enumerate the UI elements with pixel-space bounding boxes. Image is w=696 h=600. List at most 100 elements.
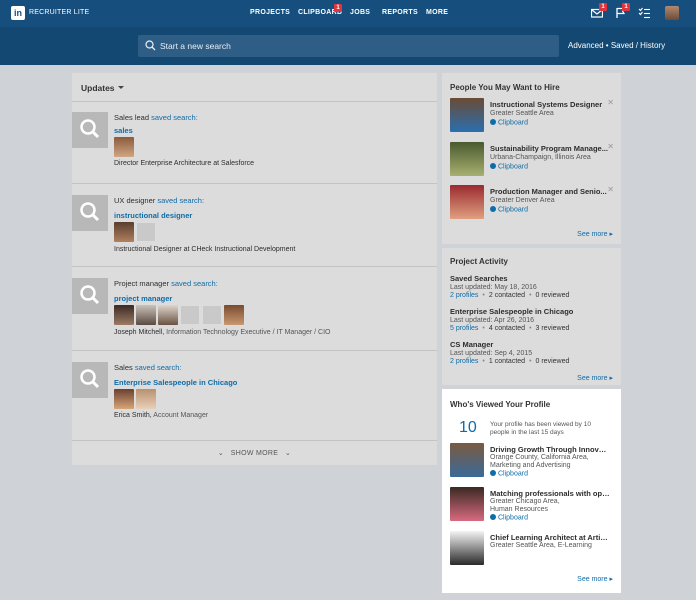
candidate-photo[interactable] [136,222,156,242]
project-name[interactable]: Enterprise Salespeople in Chicago [450,307,618,316]
show-more-button[interactable]: ⌄ SHOW MORE ⌄ [72,449,437,457]
updates-card: Updates Sales lead saved search: sales D… [72,73,437,465]
saved-search-link[interactable]: saved search: [151,113,198,122]
clipboard-badge: 1 [334,4,342,12]
linkedin-logo[interactable]: in [11,6,25,20]
viewer-location: Greater Seattle Area, E-Learning [490,542,592,549]
search-input[interactable]: Start a new search [138,35,559,57]
candidate-photo[interactable] [224,305,244,325]
candidate-photo[interactable] [114,137,134,157]
candidate-photos [114,389,156,409]
viewer[interactable]: Driving Growth Through Innovati... Orang… [450,443,618,481]
profiles-link[interactable]: 2 profiles [450,358,478,365]
viewer[interactable]: Chief Learning Architect at Artic... Gre… [450,531,618,569]
suggested-candidate[interactable]: Sustainability Program Manage... Urbana-… [450,142,618,180]
project-activity-card: Project Activity Saved Searches Last upd… [442,248,621,385]
tasks-icon[interactable] [638,7,651,21]
search-term-link[interactable]: sales [114,126,133,135]
search-term-link[interactable]: project manager [114,294,172,303]
project-updated: Last updated: May 18, 2016 [450,284,537,291]
viewer[interactable]: Matching professionals with opp... Great… [450,487,618,525]
updates-dropdown[interactable]: Updates [81,83,124,93]
saved-search-icon [72,278,108,314]
messages-badge: 1 [599,3,607,11]
candidate-photo[interactable] [202,305,222,325]
update-title: Project manager saved search: [114,279,218,288]
search-term-link[interactable]: instructional designer [114,211,192,220]
candidate-headline: Instructional Designer at CHeck Instruct… [114,246,296,253]
update-item: Project manager saved search: project ma… [72,278,437,353]
see-more-link[interactable]: See more ▸ [577,575,613,583]
nav-more[interactable]: MORE [426,9,448,16]
chevron-down-icon: ⌄ [284,450,292,457]
candidate-photo[interactable] [450,98,484,132]
suggested-candidate[interactable]: Production Manager and Senio... Greater … [450,185,618,223]
update-item: UX designer saved search: instructional … [72,195,437,270]
dismiss-icon[interactable]: ✕ [607,185,614,194]
dismiss-icon[interactable]: ✕ [607,98,614,107]
saved-search-icon [72,112,108,148]
plus-circle-icon [490,514,496,520]
viewer-headline[interactable]: Matching professionals with opp... [490,489,610,498]
saved-search-link[interactable]: saved search: [171,279,218,288]
see-more-link[interactable]: See more ▸ [577,374,613,382]
candidate-photo[interactable] [114,222,134,242]
saved-search-icon [72,195,108,231]
search-placeholder: Start a new search [160,41,231,51]
profiles-link[interactable]: 5 profiles [450,325,478,332]
clipboard-link[interactable]: Clipboard [490,163,528,171]
divider [72,440,437,441]
suggested-candidate[interactable]: Instructional Systems Designer Greater S… [450,98,618,136]
divider [72,101,437,102]
saved-search-link[interactable]: saved search: [135,363,182,372]
nav-reports[interactable]: REPORTS [382,9,418,16]
caret-right-icon: ▸ [609,231,613,238]
viewer-headline[interactable]: Driving Growth Through Innovati... [490,445,610,454]
viewer-photo[interactable] [450,531,484,565]
divider [72,183,437,184]
candidate-photo[interactable] [180,305,200,325]
see-more-link[interactable]: See more ▸ [577,230,613,238]
view-count[interactable]: 10 [459,419,477,437]
clipboard-link[interactable]: Clipboard [490,119,528,127]
project-entry: Enterprise Salespeople in Chicago Last u… [450,307,618,332]
view-summary: Your profile has been viewed by 10 peopl… [490,421,591,436]
saved-search-link[interactable]: saved search: [157,196,204,205]
clipboard-link[interactable]: Clipboard [490,206,528,214]
candidate-photo[interactable] [450,185,484,219]
nav-jobs[interactable]: JOBS [350,9,370,16]
profiles-link[interactable]: 2 profiles [450,292,478,299]
dismiss-icon[interactable]: ✕ [607,142,614,151]
candidate-photo[interactable] [136,389,156,409]
project-name[interactable]: Saved Searches [450,274,618,283]
project-stats: 2 profiles • 1 contacted • 0 reviewed [450,358,570,365]
project-name[interactable]: CS Manager [450,340,618,349]
card-title: Project Activity [450,257,508,266]
clipboard-link[interactable]: Clipboard [490,514,528,522]
search-term-link[interactable]: Enterprise Salespeople in Chicago [114,378,237,387]
candidate-name[interactable]: Sustainability Program Manage... [490,144,610,153]
caret-right-icon: ▸ [609,375,613,382]
candidate-photo[interactable] [114,389,134,409]
candidate-photo[interactable] [114,305,134,325]
notifications-badge: 1 [622,3,630,11]
candidate-name[interactable]: Production Manager and Senio... [490,187,610,196]
candidate-photo[interactable] [450,142,484,176]
viewer-headline[interactable]: Chief Learning Architect at Artic... [490,533,610,542]
project-updated: Last updated: Sep 4, 2015 [450,350,533,357]
viewer-photo[interactable] [450,443,484,477]
advanced-saved-history-link[interactable]: Advanced • Saved / History [568,41,665,50]
project-entry: CS Manager Last updated: Sep 4, 2015 2 p… [450,340,618,365]
viewer-photo[interactable] [450,487,484,521]
candidate-photo[interactable] [136,305,156,325]
account-avatar[interactable] [665,6,679,20]
nav-projects[interactable]: PROJECTS [250,9,290,16]
candidate-photos [114,305,244,325]
viewer-industry: Marketing and Advertising [490,462,571,469]
candidate-headline: Joseph Mitchell, Information Technology … [114,329,331,336]
project-entry: Saved Searches Last updated: May 18, 201… [450,274,618,299]
candidate-photo[interactable] [158,305,178,325]
clipboard-link[interactable]: Clipboard [490,470,528,478]
card-title: Who's Viewed Your Profile [450,400,551,409]
candidate-name[interactable]: Instructional Systems Designer [490,100,610,109]
